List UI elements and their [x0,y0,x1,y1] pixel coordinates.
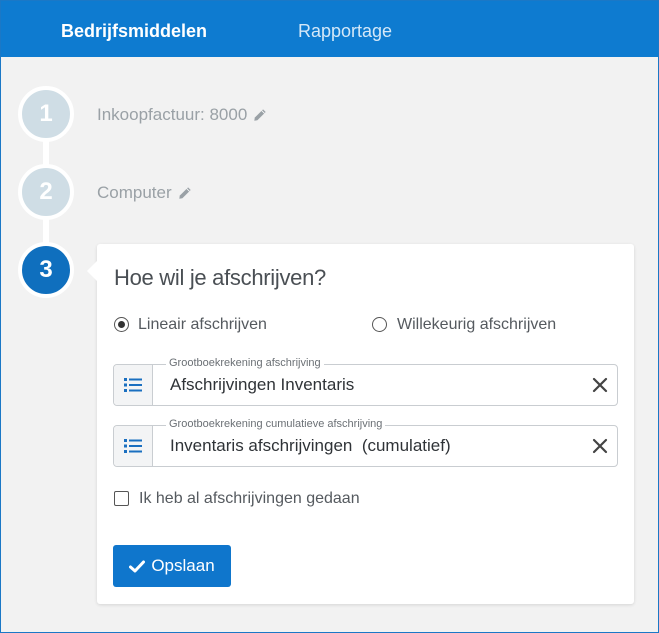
step-1-number: 1 [39,100,53,127]
cumulatieve-account-field[interactable]: Grootboekrekening cumulatieve afschrijvi… [113,418,618,467]
list-icon [124,439,142,453]
tab-rapportage[interactable]: Rapportage [298,21,392,42]
step-2-label: Computer [97,183,172,202]
afschrijving-account-list-button[interactable] [114,365,153,405]
card-title: Hoe wil je afschrijven? [114,265,326,290]
radio-willekeurig-label[interactable]: Willekeurig afschrijven [397,316,556,334]
top-navigation: Bedrijfsmiddelen Rapportage [1,1,658,57]
cumulatieve-account-legend: Grootboekrekening cumulatieve afschrijvi… [166,418,386,430]
step-2-number: 2 [39,178,53,205]
step-3-card: Hoe wil je afschrijven? Lineair afschrij… [87,244,634,604]
afschrijving-account-legend: Grootboekrekening afschrijving [166,357,324,369]
step-1-label: Inkoopfactuur: 8000 [97,105,248,124]
card-pointer [87,261,97,281]
prior-depreciation-checkbox[interactable] [114,491,129,506]
step-2-circle[interactable]: 2 [18,164,74,220]
save-button-label: Opslaan [151,556,215,575]
step-1-circle[interactable]: 1 [18,86,74,142]
radio-lineair-label[interactable]: Lineair afschrijven [138,316,267,334]
pencil-icon[interactable] [178,186,192,200]
close-icon[interactable] [591,437,609,455]
radio-willekeurig[interactable] [372,317,387,332]
step-2-summary[interactable]: Computer [97,183,192,203]
cumulatieve-account-value[interactable]: Inventaris afschrijvingen (cumulatief) [170,436,451,456]
afschrijving-account-value[interactable]: Afschrijvingen Inventaris [170,375,354,395]
step-3-number: 3 [39,256,53,283]
list-icon [124,378,142,392]
afschrijving-account-field[interactable]: Grootboekrekening afschrijving Afschrijv… [113,357,618,406]
tab-bedrijfsmiddelen[interactable]: Bedrijfsmiddelen [61,21,207,42]
prior-depreciation-label[interactable]: Ik heb al afschrijvingen gedaan [139,490,360,508]
cumulatieve-account-list-button[interactable] [114,426,153,466]
close-icon[interactable] [591,376,609,394]
save-button[interactable]: Opslaan [113,545,231,587]
pencil-icon[interactable] [253,108,267,122]
step-3-circle: 3 [18,242,74,298]
check-icon [129,560,146,572]
step-1-summary[interactable]: Inkoopfactuur: 8000 [97,105,267,125]
radio-lineair[interactable] [114,317,129,332]
